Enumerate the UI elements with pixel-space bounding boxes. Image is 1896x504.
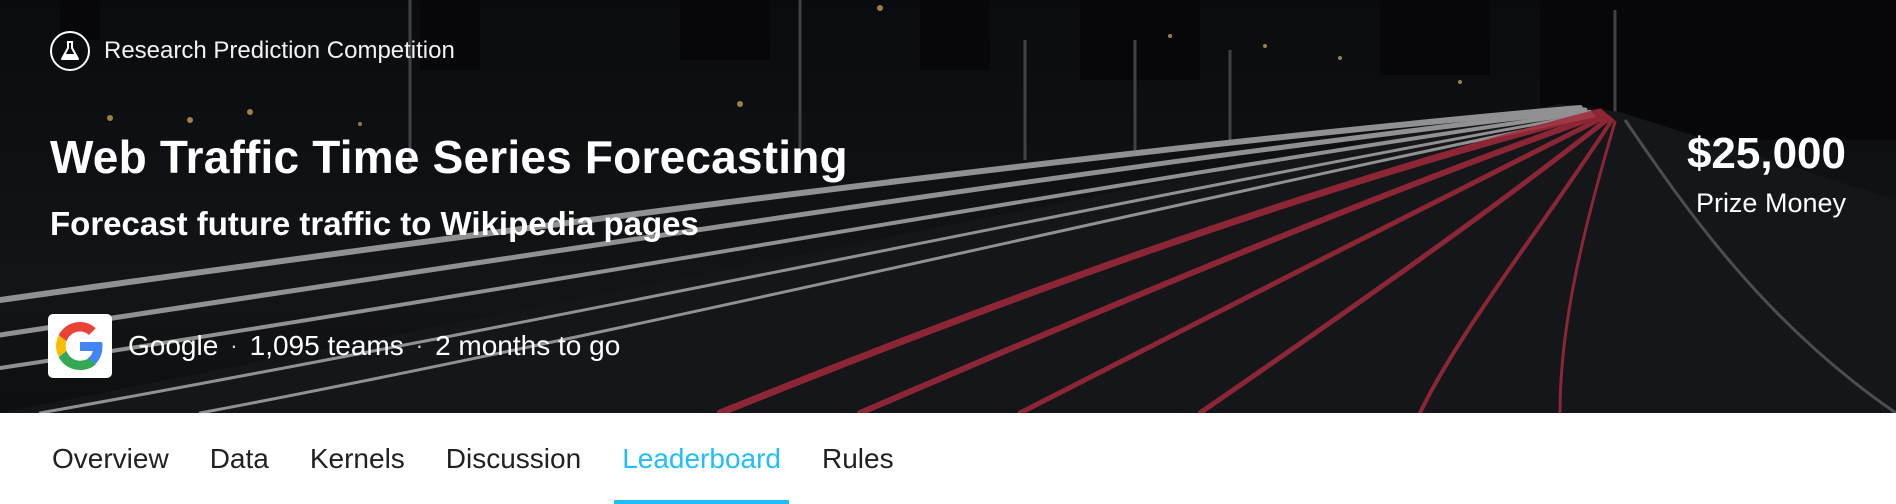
- team-count[interactable]: 1,095 teams: [250, 330, 404, 362]
- competition-category-label: Research Prediction Competition: [104, 37, 455, 64]
- google-logo[interactable]: [48, 314, 112, 378]
- tab-rules[interactable]: Rules: [814, 413, 902, 504]
- competition-title: Web Traffic Time Series Forecasting: [50, 131, 848, 183]
- tab-discussion[interactable]: Discussion: [438, 413, 589, 504]
- time-remaining: 2 months to go: [435, 330, 621, 361]
- tab-leaderboard[interactable]: Leaderboard: [614, 413, 789, 504]
- meta-separator: ·: [415, 333, 424, 358]
- competition-header: Research Prediction Competition Web Traf…: [0, 0, 1896, 413]
- prize-label: Prize Money: [1695, 188, 1846, 218]
- tab-overview[interactable]: Overview: [44, 413, 177, 504]
- competition-tabs: Overview Data Kernels Discussion Leaderb…: [0, 413, 1896, 504]
- host-name[interactable]: Google: [128, 330, 218, 362]
- prize-block: $25,000 Prize Money: [1687, 130, 1846, 219]
- competition-meta: Google · 1,095 teams · 2 months to go: [48, 314, 620, 378]
- competition-subtitle: Forecast future traffic to Wikipedia pag…: [50, 205, 699, 242]
- flask-icon: [50, 31, 90, 71]
- meta-separator: ·: [230, 333, 238, 358]
- competition-category: Research Prediction Competition: [50, 29, 455, 73]
- tab-data[interactable]: Data: [202, 413, 277, 504]
- tab-kernels[interactable]: Kernels: [302, 413, 413, 504]
- prize-amount: $25,000: [1686, 129, 1846, 178]
